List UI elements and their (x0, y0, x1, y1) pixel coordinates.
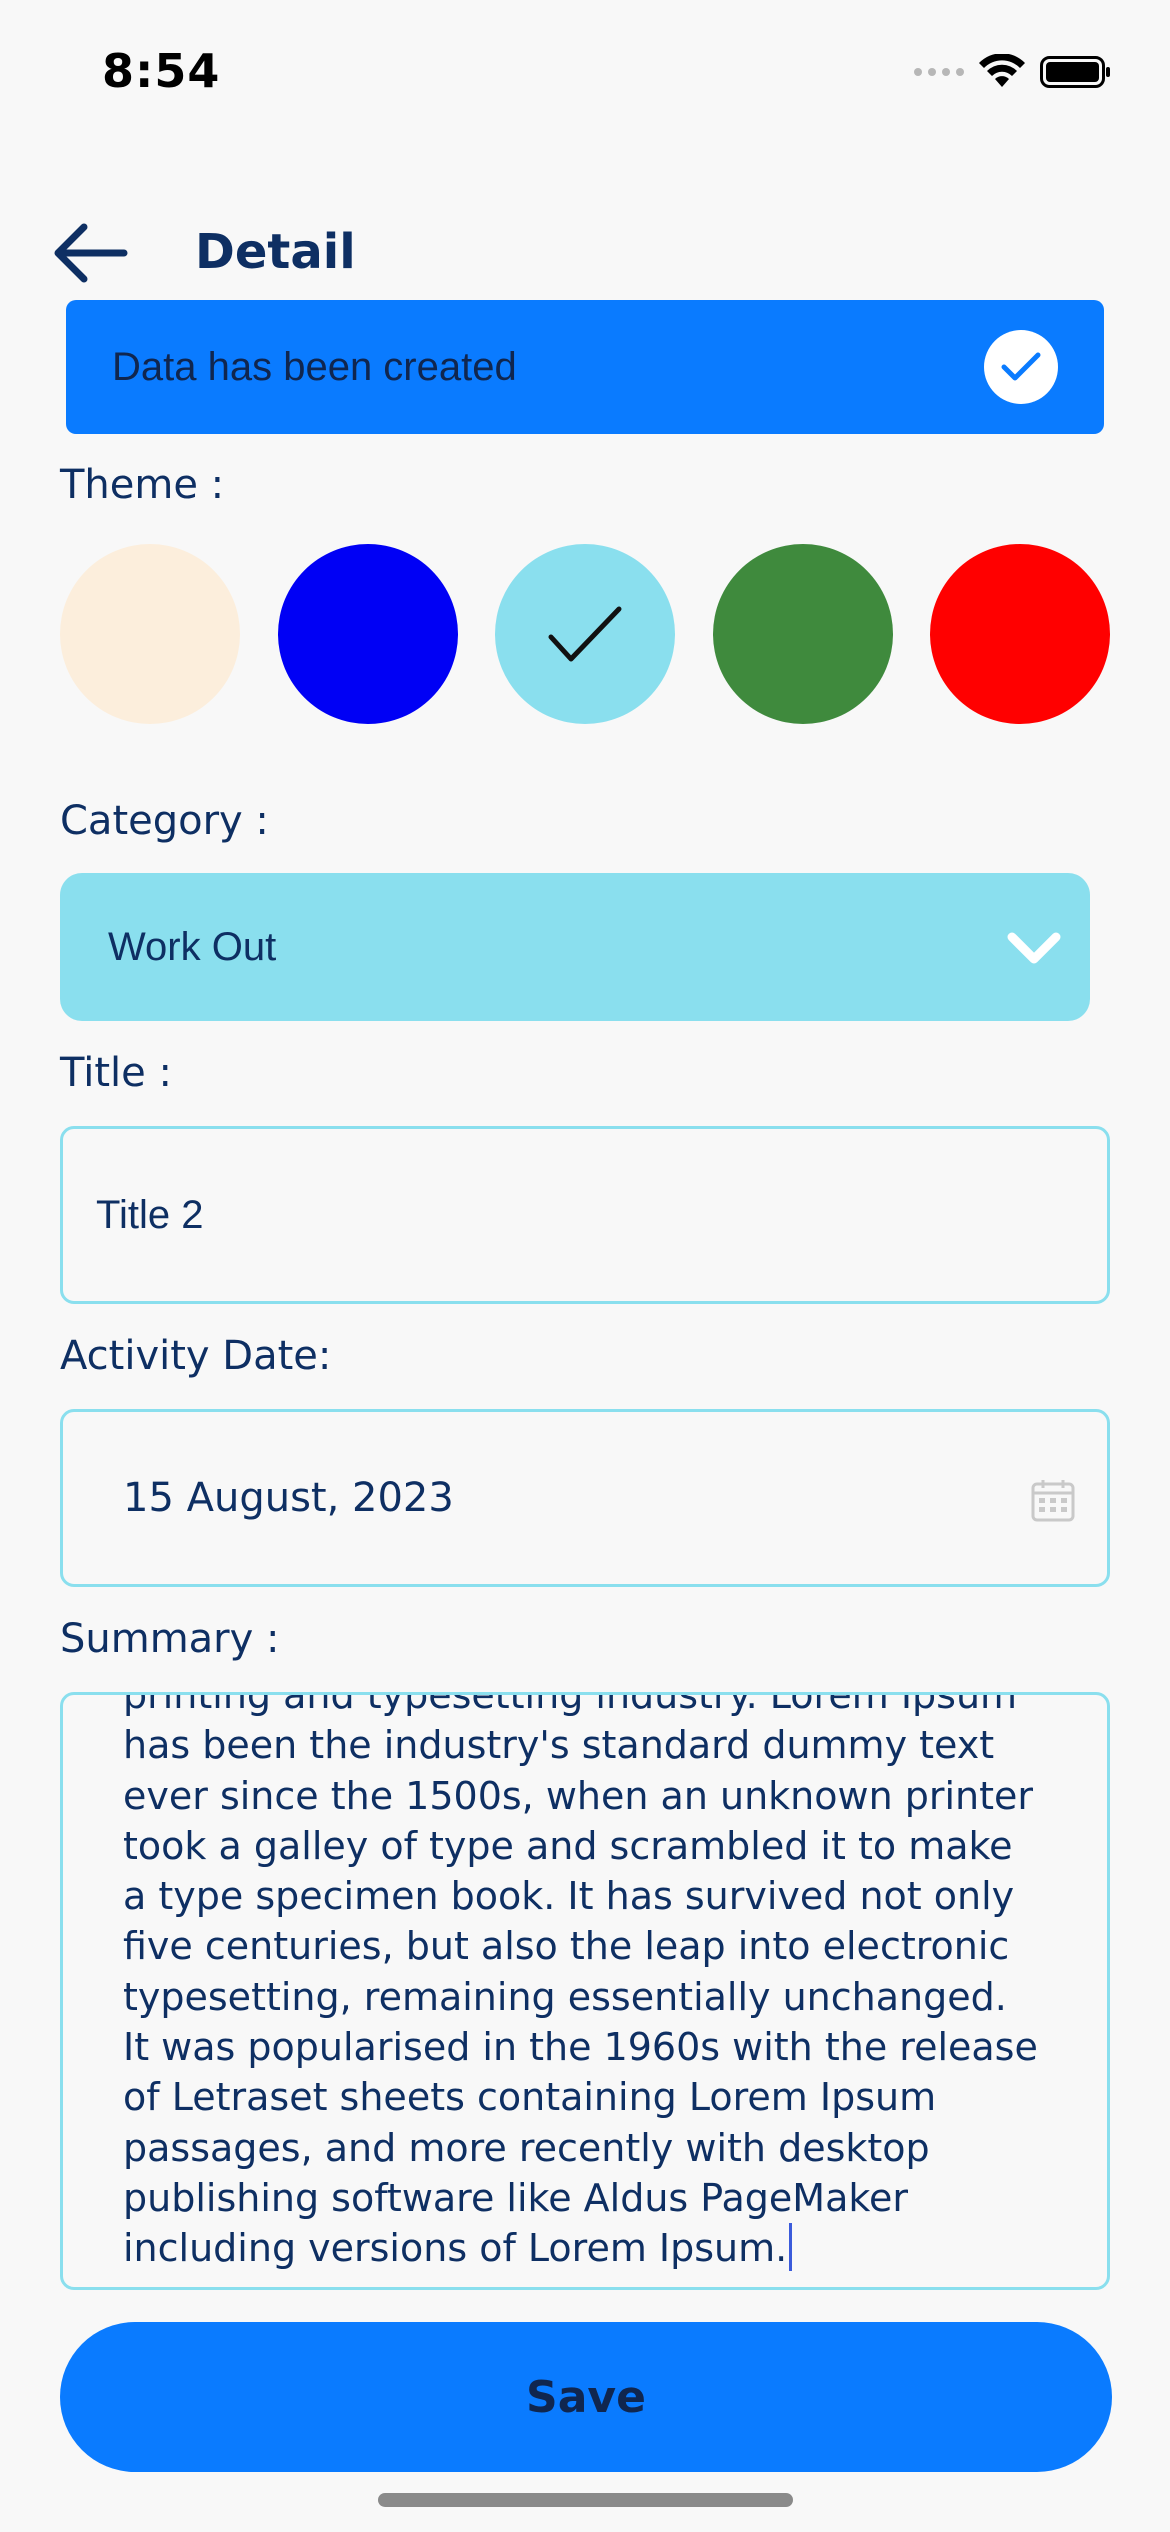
save-button[interactable]: Save (60, 2322, 1112, 2472)
arrow-left-icon (54, 223, 128, 283)
wifi-icon (979, 54, 1025, 87)
theme-swatch-cream[interactable] (60, 544, 240, 724)
toast-message: Data has been created (112, 344, 517, 389)
checkmark-icon (548, 606, 622, 662)
check-circle-icon[interactable] (984, 330, 1058, 404)
page-title: Detail (195, 224, 356, 280)
title-label: Title : (60, 1050, 172, 1096)
theme-swatch-light-blue[interactable] (495, 544, 675, 724)
theme-swatch-green[interactable] (713, 544, 893, 724)
status-icons (914, 52, 1112, 92)
category-selected-value: Work Out (108, 924, 277, 969)
activity-date-value: 15 August, 2023 (123, 1475, 454, 1521)
calendar-icon[interactable] (1031, 1478, 1075, 1522)
category-dropdown[interactable]: Work Out (60, 873, 1090, 1021)
category-label: Category : (60, 798, 269, 844)
activity-date-label: Activity Date: (60, 1333, 332, 1379)
battery-icon (1040, 56, 1110, 88)
theme-swatch-red[interactable] (930, 544, 1110, 724)
theme-label: Theme : (60, 462, 225, 508)
summary-label: Summary : (60, 1616, 280, 1662)
theme-swatch-blue[interactable] (278, 544, 458, 724)
title-input[interactable]: Title 2 (60, 1126, 1110, 1304)
summary-text-wrapper: printing and typesetting industry. Lorem… (123, 1692, 1107, 2274)
title-input-value: Title 2 (96, 1192, 204, 1237)
status-time: 8:54 (102, 44, 221, 98)
back-button[interactable] (52, 222, 128, 284)
activity-date-field[interactable]: 15 August, 2023 (60, 1409, 1110, 1587)
save-button-label: Save (526, 2371, 646, 2423)
summary-textarea[interactable]: printing and typesetting industry. Lorem… (60, 1692, 1110, 2290)
cellular-signal-icon (914, 68, 964, 76)
success-toast: Data has been created (66, 300, 1104, 434)
home-indicator (378, 2493, 793, 2507)
summary-text: printing and typesetting industry. Lorem… (123, 1692, 1038, 2271)
chevron-down-icon (1007, 932, 1061, 964)
text-cursor (789, 2223, 793, 2272)
